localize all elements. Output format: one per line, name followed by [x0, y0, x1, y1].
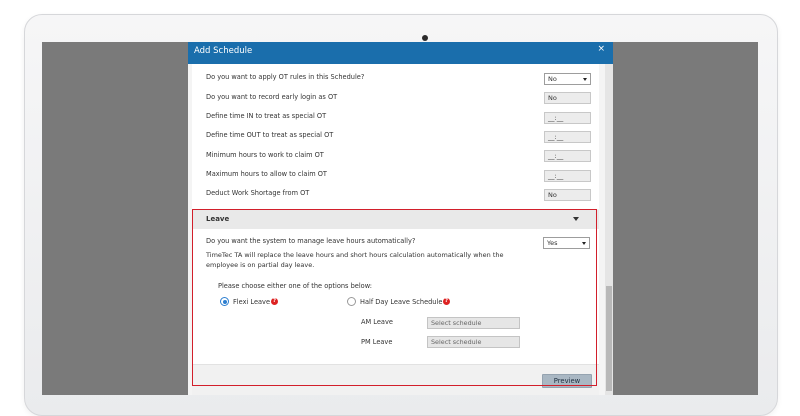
- pm-leave-label: PM Leave: [361, 338, 393, 346]
- pm-leave-schedule-input[interactable]: Select schedule: [427, 336, 520, 348]
- leave-section-title: Leave: [206, 215, 230, 223]
- max-hours-ot-field[interactable]: __:__: [544, 170, 591, 182]
- max-hours-ot-label: Maximum hours to allow to claim OT: [206, 170, 327, 178]
- chevron-down-icon: [582, 242, 586, 245]
- choose-option-prompt: Please choose either one of the options …: [218, 282, 372, 290]
- chevron-down-icon: [583, 78, 587, 81]
- deduct-shortage-label: Deduct Work Shortage from OT: [206, 189, 310, 197]
- camera-icon: [422, 35, 428, 41]
- modal-body: Do you want to apply OT rules in this Sc…: [188, 64, 605, 395]
- manage-leave-question: Do you want the system to manage leave h…: [206, 237, 416, 245]
- close-icon[interactable]: ×: [597, 44, 605, 54]
- scrollbar-thumb[interactable]: [606, 286, 612, 391]
- early-login-ot-field[interactable]: No: [544, 92, 591, 104]
- modal-header: Add Schedule ×: [188, 42, 613, 64]
- apply-ot-rules-value: No: [548, 75, 557, 83]
- question-circle-icon[interactable]: ?: [271, 298, 278, 305]
- special-ot-in-field[interactable]: __:__: [544, 112, 591, 124]
- flexi-leave-radio[interactable]: [220, 297, 229, 306]
- manage-leave-value: Yes: [547, 239, 558, 247]
- min-hours-ot-field[interactable]: __:__: [544, 150, 591, 162]
- special-ot-in-label: Define time IN to treat as special OT: [206, 112, 327, 120]
- chevron-down-icon[interactable]: [573, 217, 579, 221]
- ot-rules-section: Do you want to apply OT rules in this Sc…: [192, 64, 599, 209]
- deduct-shortage-field[interactable]: No: [544, 189, 591, 201]
- scrollbar[interactable]: [605, 64, 613, 395]
- special-ot-out-field[interactable]: __:__: [544, 131, 591, 143]
- half-day-leave-label[interactable]: Half Day Leave Schedule: [360, 298, 442, 306]
- apply-ot-rules-select[interactable]: No: [544, 73, 591, 85]
- early-login-ot-label: Do you want to record early login as OT: [206, 93, 338, 101]
- am-leave-label: AM Leave: [361, 318, 393, 326]
- apply-ot-rules-label: Do you want to apply OT rules in this Sc…: [206, 73, 365, 81]
- manage-leave-select[interactable]: Yes: [543, 237, 590, 249]
- preview-button[interactable]: Preview: [542, 374, 592, 388]
- leave-section: Leave Do you want the system to manage l…: [192, 210, 599, 395]
- special-ot-out-label: Define time OUT to treat as special OT: [206, 131, 334, 139]
- add-schedule-modal: Add Schedule × Do you want to apply OT r…: [188, 42, 613, 395]
- question-circle-icon[interactable]: ?: [443, 298, 450, 305]
- leave-note: TimeTec TA will replace the leave hours …: [206, 251, 504, 269]
- modal-footer: Preview: [192, 364, 599, 395]
- min-hours-ot-label: Minimum hours to work to claim OT: [206, 151, 324, 159]
- flexi-leave-label[interactable]: Flexi Leave: [233, 298, 270, 306]
- am-leave-schedule-input[interactable]: Select schedule: [427, 317, 520, 329]
- screen: Add Schedule × Do you want to apply OT r…: [42, 42, 758, 395]
- half-day-leave-radio[interactable]: [347, 297, 356, 306]
- leave-section-header[interactable]: Leave: [192, 210, 599, 229]
- modal-title: Add Schedule: [194, 46, 253, 56]
